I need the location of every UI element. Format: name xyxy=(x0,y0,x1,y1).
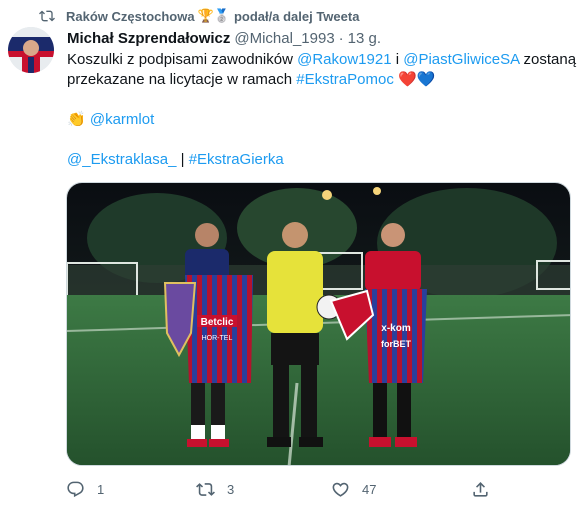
jersey-right-subsponsor: forBET xyxy=(381,339,411,349)
share-icon xyxy=(473,481,488,497)
mention-rakow[interactable]: @Rakow1921 xyxy=(297,51,391,68)
reply-icon xyxy=(67,481,84,497)
reply-button[interactable]: 1 xyxy=(66,480,104,499)
hashtag-ekstrapomoc[interactable]: #EkstraPomoc xyxy=(296,71,394,88)
reply-count: 1 xyxy=(97,481,105,497)
tweet-photo[interactable]: Betclic HOR-TEL x-kom forBET xyxy=(66,182,571,466)
tweet-text-line-1: Koszulki z podpisami zawodników @Rakow19… xyxy=(67,50,576,70)
retweet-context[interactable]: Raków Częstochowa 🏆🥈 podał/a dalej Tweet… xyxy=(38,6,359,26)
tweet-text-line-4: @_Ekstraklasa_ | #EkstraGierka xyxy=(67,150,284,170)
mention-piast[interactable]: @PiastGliwiceSA xyxy=(403,51,519,68)
blue-heart-icon: 💙 xyxy=(416,71,436,88)
avatar[interactable] xyxy=(8,27,54,73)
like-button[interactable]: 47 xyxy=(331,480,376,499)
retweet-user[interactable]: Raków Częstochowa xyxy=(66,9,195,24)
text-separator: | xyxy=(176,151,189,168)
jersey-left-sponsor: Betclic xyxy=(201,317,234,328)
mention-ekstraklasa[interactable]: @_Ekstraklasa_ xyxy=(67,151,176,168)
tweet-actions: 1 3 47 xyxy=(66,478,496,500)
retweet-badges: 🏆🥈 xyxy=(197,8,230,23)
like-count: 47 xyxy=(362,481,377,497)
red-heart-icon: ❤️ xyxy=(398,71,417,88)
tweet-text-line-2: przekazane na licytacje w ramach #Ekstra… xyxy=(67,70,435,90)
heart-icon xyxy=(332,482,349,497)
tweet-timestamp[interactable]: 13 g. xyxy=(348,30,381,47)
tweet-text-line-3: 👏 @karmlot xyxy=(67,110,154,130)
retweet-icon xyxy=(39,10,55,22)
share-button[interactable] xyxy=(471,480,490,499)
author-name[interactable]: Michał Szprendałowicz xyxy=(67,30,230,47)
text-segment: przekazane na licytacje w ramach xyxy=(67,71,297,88)
retweet-button[interactable]: 3 xyxy=(196,480,234,499)
hashtag-ekstragierka[interactable]: #EkstraGierka xyxy=(189,151,284,168)
jersey-right-sponsor: x-kom xyxy=(381,323,411,334)
author-handle[interactable]: @Michal_1993 xyxy=(234,30,334,47)
header-separator: · xyxy=(338,29,344,47)
retweet-suffix: podał/a dalej Tweeta xyxy=(233,8,360,24)
tweet-header: Michał Szprendałowicz @Michal_1993 · 13 … xyxy=(67,28,381,48)
text-segment: Koszulki z podpisami zawodników xyxy=(67,51,298,68)
retweet-count: 3 xyxy=(227,481,235,497)
retweet-icon xyxy=(196,482,215,496)
jersey-left-subsponsor: HOR-TEL xyxy=(202,335,233,342)
text-segment: i xyxy=(391,51,404,68)
mention-karmlot[interactable]: @karmlot xyxy=(90,111,154,128)
text-segment: zostaną xyxy=(519,51,577,68)
clap-icon: 👏 xyxy=(67,111,86,128)
